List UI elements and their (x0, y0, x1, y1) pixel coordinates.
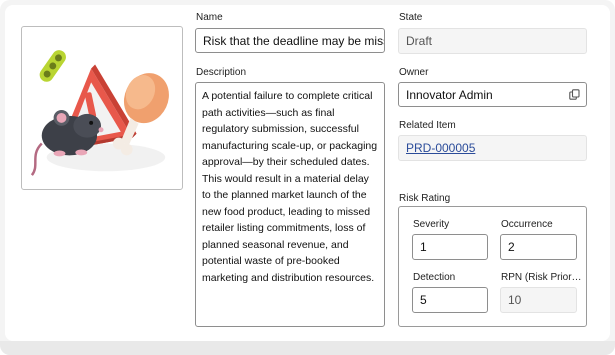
state-field: Draft (398, 28, 587, 54)
risk-rating-title: Risk Rating (399, 193, 451, 204)
rpn-label: RPN (Risk Prior… (501, 272, 581, 283)
state-label: State (399, 12, 423, 23)
copy-icon[interactable] (569, 89, 580, 100)
owner-field[interactable]: Innovator Admin (398, 82, 587, 107)
owner-value: Innovator Admin (406, 87, 493, 102)
related-item-field: PRD-000005 (398, 135, 587, 161)
name-label: Name (196, 12, 223, 23)
related-item-link[interactable]: PRD-000005 (406, 141, 475, 155)
name-input[interactable]: Risk that the deadline may be missed (195, 28, 385, 53)
severity-label: Severity (413, 219, 450, 230)
detection-input[interactable]: 5 (412, 287, 488, 313)
severity-input[interactable]: 1 (412, 234, 488, 260)
owner-label: Owner (399, 67, 429, 78)
occurrence-label: Occurrence (501, 219, 553, 230)
description-label: Description (196, 67, 247, 78)
related-item-label: Related Item (399, 120, 456, 131)
bottom-strip (0, 341, 615, 355)
description-textarea[interactable]: A potential failure to complete critical… (195, 82, 385, 327)
occurrence-input[interactable]: 2 (500, 234, 577, 260)
risk-image[interactable] (21, 26, 183, 190)
detection-label: Detection (413, 272, 456, 283)
rpn-field: 10 (500, 287, 577, 313)
risk-warning-illustration-icon (30, 50, 169, 176)
